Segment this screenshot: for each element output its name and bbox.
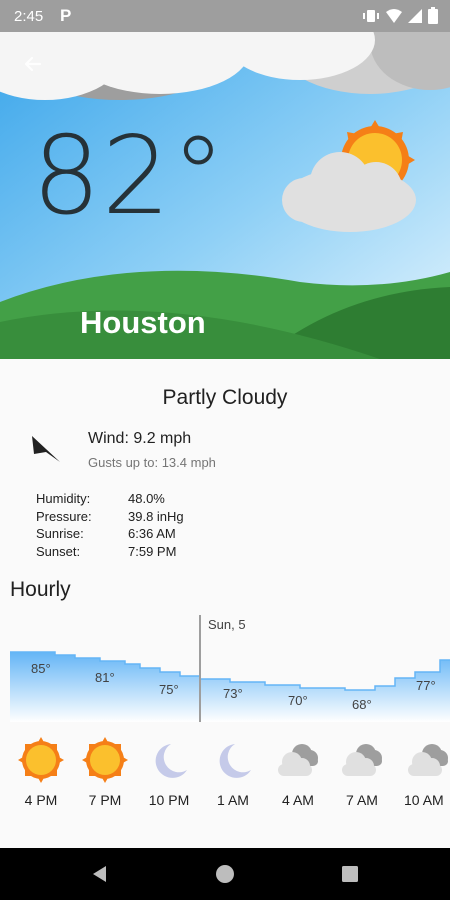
wind-direction-icon bbox=[30, 432, 62, 471]
detail-row-humidity: Humidity: 48.0% bbox=[36, 490, 184, 508]
detail-row-sunrise: Sunrise: 6:36 AM bbox=[36, 525, 184, 543]
detail-label: Sunrise: bbox=[36, 526, 84, 542]
detail-value: 48.0% bbox=[128, 491, 165, 507]
temp-label: 75° bbox=[159, 682, 179, 697]
hour-item[interactable]: 10 PM bbox=[137, 735, 201, 808]
parking-notification-icon: P bbox=[58, 5, 74, 30]
detail-row-pressure: Pressure: 39.8 inHg bbox=[36, 508, 184, 526]
detail-value: 7:59 PM bbox=[128, 543, 177, 559]
sun-icon bbox=[73, 735, 137, 785]
triangle-back-icon bbox=[93, 866, 106, 882]
moon-icon bbox=[201, 735, 265, 785]
day-label: Sun, 5 bbox=[208, 617, 246, 632]
temp-label: 81° bbox=[95, 670, 115, 685]
hour-time: 10 PM bbox=[148, 792, 190, 808]
arrow-back-icon bbox=[24, 56, 42, 72]
svg-text:P: P bbox=[60, 6, 71, 25]
detail-label: Humidity: bbox=[36, 491, 91, 507]
navigation-bar bbox=[0, 848, 450, 900]
detail-row-sunset: Sunset: 7:59 PM bbox=[36, 543, 184, 561]
square-recents-icon bbox=[342, 866, 358, 882]
status-bar: 2:45 P bbox=[0, 0, 450, 32]
temp-label: 77° bbox=[416, 678, 436, 693]
cloudy-icon bbox=[394, 735, 450, 785]
temp-label: 68° bbox=[352, 697, 372, 712]
status-icons bbox=[362, 7, 438, 24]
hour-item[interactable]: 1 AM bbox=[201, 735, 265, 808]
details-table: Humidity: 48.0% Pressure: 39.8 inHg Sunr… bbox=[36, 490, 184, 560]
hour-item[interactable]: 4 AM bbox=[266, 735, 330, 808]
city-name: Houston bbox=[80, 305, 206, 340]
hour-time: 7 PM bbox=[88, 792, 122, 808]
hourly-forecast-list[interactable]: 4 PM 7 PM 10 PM 1 AM 4 AM 7 AM 10 AM bbox=[0, 735, 450, 815]
weather-hero: 82° Houston bbox=[0, 32, 450, 359]
hour-time: 7 AM bbox=[346, 792, 378, 808]
back-button[interactable] bbox=[18, 50, 46, 78]
hour-time: 4 PM bbox=[24, 792, 58, 808]
moon-icon bbox=[137, 735, 201, 785]
hourly-title: Hourly bbox=[10, 578, 71, 601]
wind-gusts: Gusts up to: 13.4 mph bbox=[88, 455, 216, 470]
status-time: 2:45 bbox=[14, 8, 44, 25]
hour-time: 1 AM bbox=[217, 792, 249, 808]
wifi-icon bbox=[386, 8, 402, 23]
cloudy-icon bbox=[266, 735, 330, 785]
detail-label: Pressure: bbox=[36, 508, 92, 524]
detail-value: 6:36 AM bbox=[128, 526, 176, 542]
temp-label: 73° bbox=[223, 686, 243, 701]
vibrate-icon bbox=[363, 9, 379, 22]
detail-value: 39.8 inHg bbox=[128, 508, 184, 524]
detail-label: Sunset: bbox=[36, 543, 81, 559]
temp-label: 70° bbox=[288, 693, 308, 708]
circle-home-icon bbox=[216, 865, 234, 883]
hour-item[interactable]: 7 AM bbox=[330, 735, 394, 808]
current-temperature: 82° bbox=[32, 114, 227, 239]
signal-icon bbox=[408, 8, 422, 23]
hour-time: 10 AM bbox=[404, 792, 444, 808]
nav-home-button[interactable] bbox=[211, 860, 239, 888]
cloudy-icon bbox=[330, 735, 394, 785]
nav-back-button[interactable] bbox=[86, 860, 114, 888]
wind-speed: Wind: 9.2 mph bbox=[88, 430, 192, 447]
sun-icon bbox=[9, 735, 73, 785]
battery-icon bbox=[428, 7, 438, 24]
condition-text: Partly Cloudy bbox=[162, 386, 288, 409]
hour-item[interactable]: 7 PM bbox=[73, 735, 137, 808]
hour-time: 4 AM bbox=[282, 792, 314, 808]
hour-item[interactable]: 4 PM bbox=[9, 735, 73, 808]
nav-recents-button[interactable] bbox=[336, 860, 364, 888]
temp-label: 85° bbox=[31, 661, 51, 676]
hour-item[interactable]: 10 AM bbox=[394, 735, 450, 808]
